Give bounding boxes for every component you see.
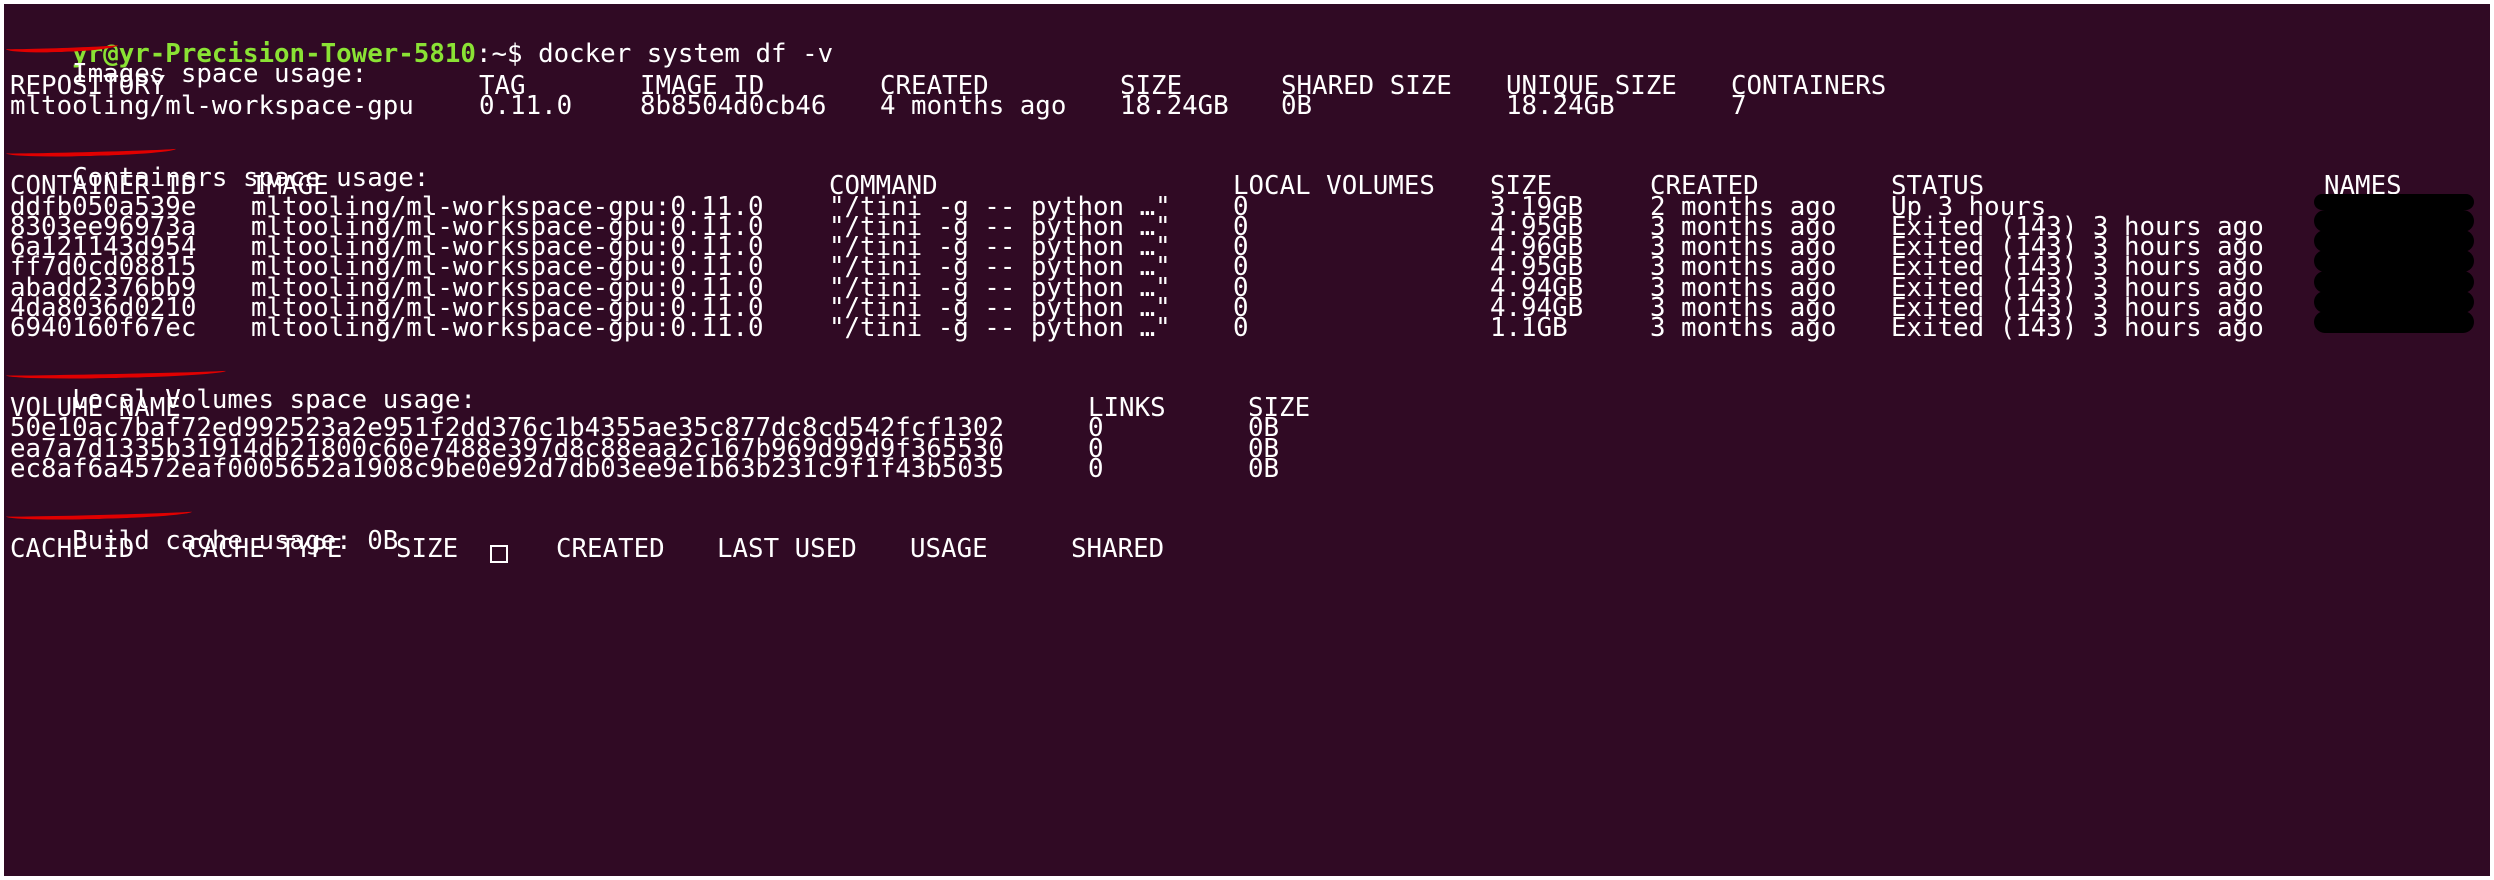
build-cache-header-usage: USAGE	[910, 534, 988, 564]
redacted-name-scribble	[2314, 194, 2474, 210]
build-cache-header-last-used: LAST USED	[717, 534, 857, 564]
build-cache-header-id: CACHE ID	[10, 534, 135, 564]
image-unique-size: 18.24GB	[1506, 91, 1615, 121]
container-image: mltooling/ml-workspace-gpu:0.11.0	[251, 313, 764, 343]
image-shared-size: 0B	[1281, 91, 1313, 121]
volume-links: 0	[1088, 454, 1104, 484]
redacted-name-scribble	[2314, 291, 2474, 313]
volume-name: ec8af6a4572eaf0005652a1908c9be0e92d7db03…	[10, 454, 1004, 484]
container-size: 1.1GB	[1490, 313, 1568, 343]
image-repository: mltooling/ml-workspace-gpu	[10, 91, 414, 121]
redacted-name-scribble	[2314, 230, 2474, 252]
redacted-name-scribble	[2314, 311, 2474, 333]
prompt-command: docker system df -v	[538, 39, 834, 69]
build-cache-header-created: CREATED	[556, 534, 665, 564]
terminal-cursor	[490, 545, 508, 563]
build-cache-header-shared: SHARED	[1071, 534, 1165, 564]
container-created: 3 months ago	[1650, 313, 1837, 343]
build-cache-header-size: SIZE	[396, 534, 459, 564]
image-size: 18.24GB	[1120, 91, 1229, 121]
redacted-name-scribble	[2314, 210, 2474, 232]
prompt-path: :~	[475, 39, 507, 69]
container-command: "/tini -g -- python …"	[829, 313, 1171, 343]
container-local-volumes: 0	[1233, 313, 1249, 343]
table-row: mltooling/ml-workspace-gpu 0.11.0 8b8504…	[10, 90, 2410, 122]
redacted-name-scribble	[2314, 271, 2474, 293]
terminal-window[interactable]: yr@yr-Precision-Tower-5810:~$ docker sys…	[4, 4, 2490, 876]
container-id: 6940160f67ec	[10, 313, 197, 343]
volume-size: 0B	[1248, 454, 1280, 484]
redacted-name-scribble	[2314, 250, 2474, 272]
build-cache-header-type: CACHE TYPE	[187, 534, 343, 564]
prompt-symbol: $	[507, 39, 523, 69]
container-status: Exited (143) 3 hours ago	[1891, 313, 2264, 343]
image-tag: 0.11.0	[479, 91, 573, 121]
image-created: 4 months ago	[880, 91, 1067, 121]
screenshot-frame: yr@yr-Precision-Tower-5810:~$ docker sys…	[0, 0, 2494, 880]
table-row: ec8af6a4572eaf0005652a1908c9be0e92d7db03…	[10, 453, 2410, 485]
image-containers: 7	[1731, 91, 1747, 121]
image-id: 8b8504d0cb46	[640, 91, 827, 121]
table-row: 6940160f67ec mltooling/ml-workspace-gpu:…	[10, 312, 2480, 344]
build-cache-table-header: CACHE ID CACHE TYPE SIZE CREATED LAST US…	[10, 533, 2410, 565]
